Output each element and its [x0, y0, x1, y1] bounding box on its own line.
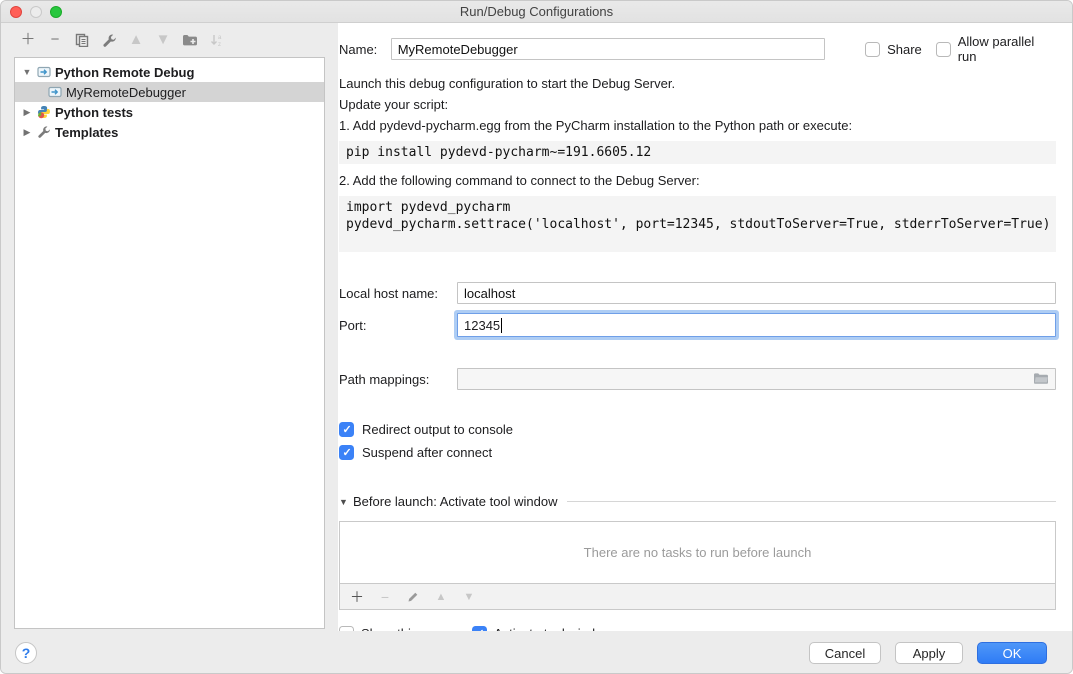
run-debug-configurations-dialog: Run/Debug Configurations ＋ − ▲ ▼ az	[0, 0, 1073, 674]
svg-text:a: a	[218, 35, 222, 41]
show-this-page-checkbox[interactable]	[339, 626, 354, 631]
allow-parallel-run-checkbox[interactable]	[936, 42, 951, 57]
path-mappings-label: Path mappings:	[339, 372, 457, 387]
activate-tool-window-label: Activate tool window	[494, 626, 612, 631]
help-button[interactable]: ?	[15, 642, 37, 664]
text-caret	[501, 318, 502, 333]
sort-alphabetically-icon[interactable]: az	[209, 32, 225, 48]
remote-debug-icon	[47, 86, 62, 99]
suspend-after-connect-checkbox[interactable]	[339, 445, 354, 460]
section-divider	[567, 501, 1056, 502]
chevron-right-icon[interactable]: ▶	[22, 107, 32, 118]
move-up-icon[interactable]: ▲	[128, 32, 144, 48]
chevron-down-icon[interactable]: ▼	[339, 497, 353, 507]
close-window-button[interactable]	[10, 6, 22, 18]
suspend-after-connect-label: Suspend after connect	[362, 445, 492, 460]
pip-install-code: pip install pydevd-pycharm~=191.6605.12	[339, 141, 1056, 164]
update-script-text: Update your script:	[339, 94, 1056, 115]
share-checkbox[interactable]	[865, 42, 880, 57]
tree-item-label: Python Remote Debug	[55, 65, 194, 80]
edit-task-pencil-icon[interactable]	[405, 589, 421, 605]
port-label: Port:	[339, 318, 457, 333]
activate-tool-window-checkbox[interactable]	[472, 626, 487, 631]
cancel-button[interactable]: Cancel	[809, 642, 881, 664]
help-label: ?	[22, 645, 31, 661]
add-configuration-icon[interactable]: ＋	[20, 32, 36, 48]
port-input[interactable]: 12345	[457, 313, 1056, 337]
share-checkbox-row[interactable]: Share	[865, 42, 922, 57]
ok-button[interactable]: OK	[977, 642, 1047, 664]
python-tests-icon	[36, 106, 51, 119]
before-launch-label: Before launch: Activate tool window	[353, 494, 558, 509]
tree-item-templates[interactable]: ▶ Templates	[15, 122, 324, 142]
local-host-name-input[interactable]	[457, 282, 1056, 304]
move-task-up-icon[interactable]: ▲	[433, 589, 449, 605]
settrace-code: import pydevd_pycharmpydevd_pycharm.sett…	[339, 196, 1056, 252]
tree-item-myremotedebugger[interactable]: MyRemoteDebugger	[15, 82, 324, 102]
redirect-output-checkbox[interactable]	[339, 422, 354, 437]
browse-folder-icon[interactable]	[1033, 372, 1049, 388]
no-tasks-message: There are no tasks to run before launch	[584, 545, 812, 560]
configuration-editor: Name: Share Allow parallel run Launch th…	[338, 23, 1072, 631]
chevron-right-icon[interactable]: ▶	[22, 127, 32, 138]
show-this-page-label: Show this page	[361, 626, 450, 631]
step1-text: 1. Add pydevd-pycharm.egg from the PyCha…	[339, 115, 1056, 136]
window-controls	[10, 6, 62, 18]
minimize-window-button[interactable]	[30, 6, 42, 18]
redirect-output-label: Redirect output to console	[362, 422, 513, 437]
svg-text:z: z	[218, 42, 221, 48]
chevron-down-icon[interactable]: ▼	[22, 67, 32, 77]
remove-task-icon[interactable]: −	[377, 589, 393, 605]
tree-item-python-remote-debug[interactable]: ▼ Python Remote Debug	[15, 62, 324, 82]
tree-item-label: MyRemoteDebugger	[66, 85, 186, 100]
step2-text: 2. Add the following command to connect …	[339, 170, 1056, 191]
before-launch-tasks-list[interactable]: There are no tasks to run before launch	[339, 521, 1056, 584]
move-down-icon[interactable]: ▼	[155, 32, 171, 48]
dialog-footer: ? Cancel Apply OK	[1, 631, 1072, 674]
redirect-output-row[interactable]: Redirect output to console	[339, 422, 1056, 437]
name-label: Name:	[339, 42, 391, 57]
name-input[interactable]	[391, 38, 826, 60]
tasks-toolbar: ＋ − ▲ ▼	[339, 584, 1056, 610]
zoom-window-button[interactable]	[50, 6, 62, 18]
show-this-page-row[interactable]: Show this page	[339, 626, 450, 631]
remote-debug-icon	[36, 66, 51, 79]
edit-defaults-wrench-icon[interactable]	[101, 32, 117, 48]
suspend-after-connect-row[interactable]: Suspend after connect	[339, 445, 1056, 460]
launch-instruction-text: Launch this debug configuration to start…	[339, 73, 1056, 94]
allow-parallel-run-label: Allow parallel run	[958, 34, 1056, 64]
move-task-down-icon[interactable]: ▼	[461, 589, 477, 605]
wrench-icon	[36, 126, 51, 139]
tree-item-python-tests[interactable]: ▶ Python tests	[15, 102, 324, 122]
tree-item-label: Python tests	[55, 105, 133, 120]
new-folder-icon[interactable]	[182, 32, 198, 48]
before-launch-section-header[interactable]: ▼ Before launch: Activate tool window	[339, 494, 1056, 509]
activate-tool-window-row[interactable]: Activate tool window	[472, 626, 612, 631]
apply-button[interactable]: Apply	[895, 642, 963, 664]
allow-parallel-run-checkbox-row[interactable]: Allow parallel run	[936, 34, 1056, 64]
titlebar: Run/Debug Configurations	[1, 1, 1072, 23]
configurations-sidebar: ＋ − ▲ ▼ az ▼	[1, 23, 338, 631]
copy-configuration-icon[interactable]	[74, 32, 90, 48]
settrace-code-line1: import pydevd_pycharm	[346, 199, 1049, 216]
share-label: Share	[887, 42, 922, 57]
tree-item-label: Templates	[55, 125, 118, 140]
port-value: 12345	[464, 318, 500, 333]
path-mappings-input[interactable]	[457, 368, 1056, 390]
add-task-icon[interactable]: ＋	[349, 589, 365, 605]
window-title: Run/Debug Configurations	[460, 4, 613, 19]
local-host-name-label: Local host name:	[339, 286, 457, 301]
configurations-tree: ▼ Python Remote Debug MyRemoteDebugger ▶	[14, 57, 325, 629]
remove-configuration-icon[interactable]: −	[47, 32, 63, 48]
sidebar-toolbar: ＋ − ▲ ▼ az	[1, 23, 338, 57]
settrace-code-line2: pydevd_pycharm.settrace('localhost', por…	[346, 216, 1049, 233]
